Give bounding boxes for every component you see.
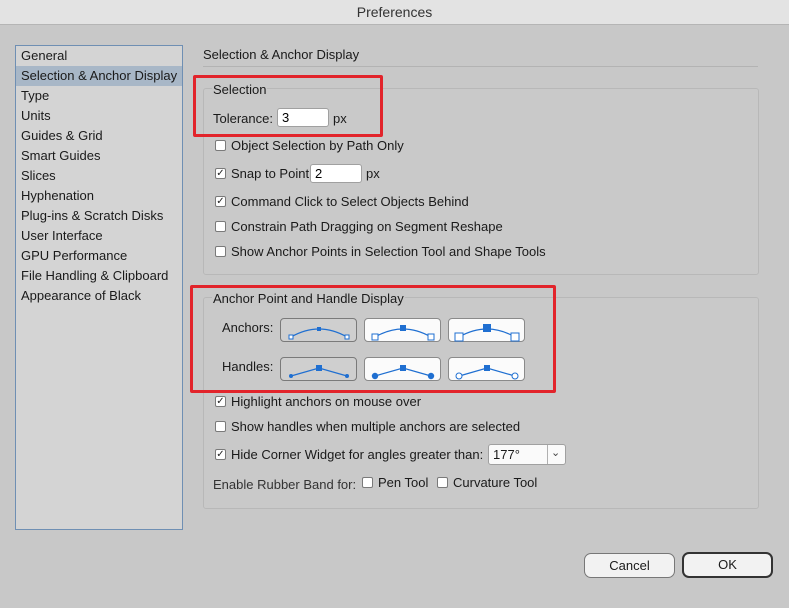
- sidebar-item-general[interactable]: General: [16, 46, 182, 66]
- sidebar-item-plugins-scratch-disks[interactable]: Plug-ins & Scratch Disks: [16, 206, 182, 226]
- tolerance-label: Tolerance:: [213, 111, 273, 126]
- sidebar-item-slices[interactable]: Slices: [16, 166, 182, 186]
- command-click-checkbox[interactable]: ✓: [215, 196, 226, 207]
- sidebar-item-type[interactable]: Type: [16, 86, 182, 106]
- combobox-divider: [547, 445, 548, 464]
- rubber-band-label: Enable Rubber Band for:: [213, 477, 357, 492]
- pen-tool-label: Pen Tool: [378, 475, 429, 490]
- panel-title: Selection & Anchor Display: [203, 47, 360, 62]
- anchor-style-medium-button[interactable]: [364, 318, 441, 342]
- show-anchor-points-label: Show Anchor Points in Selection Tool and…: [231, 244, 546, 259]
- tolerance-input[interactable]: [277, 108, 329, 127]
- show-handles-multiple-checkbox[interactable]: [215, 421, 226, 432]
- show-anchor-points-checkbox[interactable]: [215, 246, 226, 257]
- snap-to-point-unit: px: [366, 166, 380, 181]
- tolerance-unit: px: [333, 111, 347, 126]
- anchor-style-small-icon: [288, 327, 350, 340]
- constrain-path-label: Constrain Path Dragging on Segment Resha…: [231, 219, 503, 234]
- panel-title-divider: [203, 66, 758, 67]
- object-selection-by-path-label: Object Selection by Path Only: [231, 138, 404, 153]
- hide-corner-widget-checkbox[interactable]: ✓: [215, 449, 226, 460]
- handle-style-square-button[interactable]: [280, 357, 357, 381]
- handle-style-solid-dot-icon: [371, 365, 435, 380]
- sidebar-item-units[interactable]: Units: [16, 106, 182, 126]
- command-click-label: Command Click to Select Objects Behind: [231, 194, 469, 209]
- sidebar-item-guides-grid[interactable]: Guides & Grid: [16, 126, 182, 146]
- sidebar-item-hyphenation[interactable]: Hyphenation: [16, 186, 182, 206]
- highlight-anchors-label: Highlight anchors on mouse over: [231, 394, 422, 409]
- constrain-path-checkbox[interactable]: [215, 221, 226, 232]
- handle-style-square-icon: [289, 365, 349, 378]
- selection-group-title: Selection: [212, 82, 268, 97]
- preferences-sidebar: General Selection & Anchor Display Type …: [15, 45, 183, 530]
- sidebar-item-gpu-performance[interactable]: GPU Performance: [16, 246, 182, 266]
- handle-style-hollow-dot-icon: [455, 365, 519, 380]
- handle-style-solid-dot-button[interactable]: [364, 357, 441, 381]
- cancel-button[interactable]: Cancel: [584, 553, 675, 578]
- curvature-tool-checkbox[interactable]: [437, 477, 448, 488]
- sidebar-item-smart-guides[interactable]: Smart Guides: [16, 146, 182, 166]
- pen-tool-checkbox[interactable]: [362, 477, 373, 488]
- anchor-style-large-icon: [454, 324, 520, 342]
- curvature-tool-label: Curvature Tool: [453, 475, 538, 490]
- anchor-style-medium-icon: [371, 325, 435, 341]
- snap-to-point-input[interactable]: [310, 164, 362, 183]
- hide-corner-widget-label: Hide Corner Widget for angles greater th…: [231, 447, 484, 462]
- object-selection-by-path-checkbox[interactable]: [215, 140, 226, 151]
- sidebar-item-selection-anchor-display[interactable]: Selection & Anchor Display: [16, 66, 182, 86]
- anchor-style-small-button[interactable]: [280, 318, 357, 342]
- sidebar-item-appearance-of-black[interactable]: Appearance of Black: [16, 286, 182, 306]
- corner-angle-combobox[interactable]: 177° ⌄: [488, 444, 566, 465]
- anchors-label: Anchors:: [222, 320, 274, 335]
- sidebar-item-user-interface[interactable]: User Interface: [16, 226, 182, 246]
- highlight-anchors-checkbox[interactable]: ✓: [215, 396, 226, 407]
- snap-to-point-label: Snap to Point: [231, 166, 310, 181]
- show-handles-multiple-label: Show handles when multiple anchors are s…: [231, 419, 521, 434]
- handle-style-hollow-dot-button[interactable]: [448, 357, 525, 381]
- corner-angle-value: 177°: [493, 447, 520, 462]
- window-title: Preferences: [0, 0, 789, 25]
- snap-to-point-checkbox[interactable]: ✓: [215, 168, 226, 179]
- ok-button[interactable]: OK: [682, 552, 773, 578]
- chevron-down-icon[interactable]: ⌄: [551, 446, 560, 459]
- sidebar-item-file-handling-clipboard[interactable]: File Handling & Clipboard: [16, 266, 182, 286]
- anchor-handle-display-title: Anchor Point and Handle Display: [212, 291, 405, 306]
- handles-label: Handles:: [222, 359, 274, 374]
- anchor-style-large-button[interactable]: [448, 318, 525, 342]
